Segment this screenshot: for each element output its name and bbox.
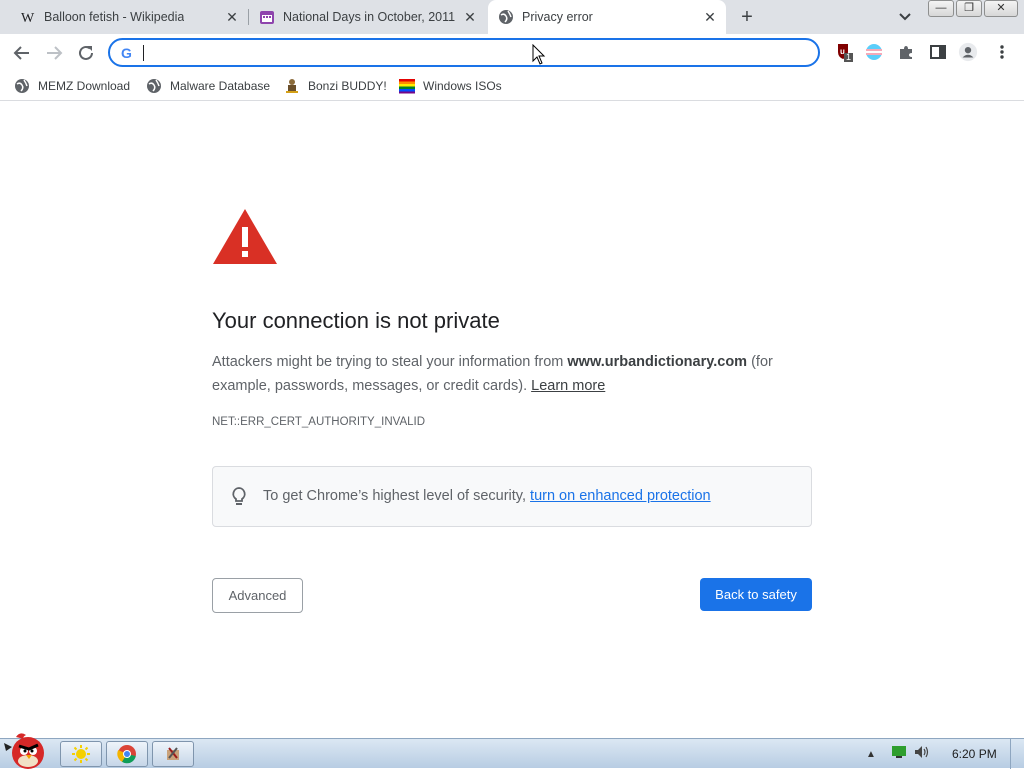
bookmarks-bar: MEMZ Download Malware Database Bonzi BUD… [0,71,1024,101]
warning-triangle-icon [212,207,278,265]
volume-icon[interactable] [914,745,930,764]
new-tab-button[interactable]: + [736,7,758,29]
tab-close-icon[interactable]: ✕ [224,9,240,25]
show-desktop-button[interactable] [1010,739,1024,769]
browser-toolbar: G u 1 [0,34,1024,71]
tab-strip: W Balloon fetish - Wikipedia ✕ National … [0,0,1024,34]
tab-search-chevron-icon[interactable] [895,8,915,26]
bookmark-windows-isos[interactable]: Windows ISOs [399,76,502,96]
profile-avatar-icon[interactable] [958,42,978,62]
bookmark-label: Windows ISOs [423,79,502,93]
desc-prefix: Attackers might be trying to steal your … [212,354,568,370]
tab-title: Balloon fetish - Wikipedia [44,10,185,24]
svg-text:W: W [21,11,35,25]
angry-bird-start-icon[interactable] [2,729,50,769]
ublock-extension-icon[interactable]: u 1 [834,42,854,62]
puzzle-extensions-icon[interactable] [896,42,916,62]
menu-dots-icon[interactable] [992,42,1012,62]
enhanced-prefix: To get Chrome’s highest level of securit… [263,488,531,504]
restore-button[interactable]: ❐ [956,0,982,17]
trans-flag-extension-icon[interactable] [864,42,884,62]
tab-balloon-fetish[interactable]: W Balloon fetish - Wikipedia ✕ [0,0,248,34]
tab-title: Privacy error [522,10,593,24]
windows-taskbar: ▲ 6:20 PM [0,733,1024,769]
globe-icon [146,78,162,94]
tab-title: National Days in October, 2011 - [283,10,457,24]
close-window-button[interactable]: ✕ [984,0,1018,17]
error-code: NET::ERR_CERT_AUTHORITY_INVALID [212,416,426,428]
forward-arrow-icon[interactable] [42,41,66,65]
mouse-pointer-icon [532,43,546,66]
taskbar-clock[interactable]: 6:20 PM [952,747,997,761]
bookmark-label: Bonzi BUDDY! [308,79,387,93]
advanced-button[interactable]: Advanced [212,578,303,613]
back-to-safety-button[interactable]: Back to safety [700,578,812,611]
address-bar[interactable]: G [108,38,820,67]
side-panel-icon[interactable] [928,42,948,62]
tab-close-icon[interactable]: ✕ [702,9,718,25]
tab-national-days[interactable]: National Days in October, 2011 - ✕ [250,0,486,34]
enhanced-protection-link[interactable]: turn on enhanced protection [530,488,711,504]
bonzi-icon [284,78,300,94]
calendar-icon [259,9,275,25]
bookmark-label: MEMZ Download [38,79,131,93]
lightbulb-icon [231,486,247,506]
taskbar-chrome-icon[interactable] [106,741,148,767]
bookmark-label: Malware Database [170,79,271,93]
domain-name: www.urbandictionary.com [567,354,748,370]
taskbar-app-sun-icon[interactable] [60,741,102,767]
minimize-button[interactable]: — [928,0,954,17]
bookmark-malware-database[interactable]: Malware Database [146,76,270,96]
taskbar-app-tools-icon[interactable] [152,741,194,767]
enhanced-protection-text: To get Chrome’s highest level of securit… [263,488,711,504]
bookmark-bonzi-buddy[interactable]: Bonzi BUDDY! [284,76,387,96]
tab-separator [248,9,249,25]
system-tray: ▲ [866,745,930,763]
address-input[interactable] [144,43,804,63]
network-icon[interactable] [892,745,906,763]
windows-flag-icon [399,78,415,94]
globe-icon [498,9,514,25]
enhanced-protection-box: To get Chrome’s highest level of securit… [212,466,812,527]
reload-icon[interactable] [74,41,98,65]
error-description: Attackers might be trying to steal your … [212,350,812,398]
back-arrow-icon[interactable] [10,41,34,65]
interstitial-page: Your connection is not private Attackers… [0,102,1024,738]
show-hidden-icons-icon[interactable]: ▲ [866,749,882,760]
extension-badge: 1 [846,52,852,62]
globe-icon [14,78,30,94]
tab-close-icon[interactable]: ✕ [462,9,478,25]
bookmark-memz-download[interactable]: MEMZ Download [14,76,130,96]
google-g-icon: G [119,45,135,61]
wikipedia-icon: W [20,9,36,25]
window-controls: — ❐ ✕ [928,0,1020,18]
svg-text:G: G [121,45,132,61]
learn-more-link[interactable]: Learn more [531,378,605,394]
page-title: Your connection is not private [212,308,500,333]
tab-privacy-error[interactable]: Privacy error ✕ [488,0,726,34]
